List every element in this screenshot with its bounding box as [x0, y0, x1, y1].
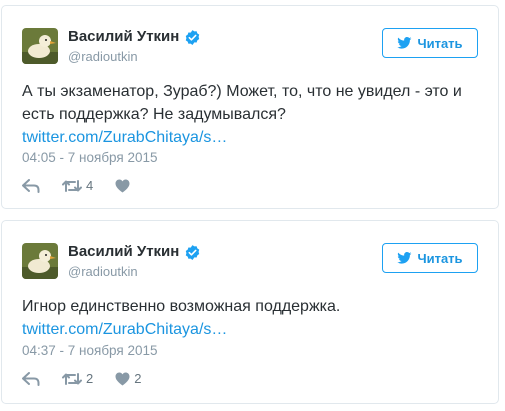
tweet-link[interactable]: twitter.com/ZurabChitaya/s… — [22, 318, 482, 341]
avatar[interactable] — [22, 243, 58, 279]
action-bar: 4 — [22, 178, 156, 193]
tweet-card: Василий Уткин @radioutkin Читать Игнор е… — [1, 220, 499, 404]
author-handle[interactable]: @radioutkin — [68, 48, 201, 65]
tweet-link[interactable]: twitter.com/ZurabChitaya/s… — [22, 126, 482, 149]
follow-label: Читать — [417, 250, 463, 266]
author-handle[interactable]: @radioutkin — [68, 263, 201, 280]
like-count: 2 — [134, 371, 142, 386]
retweet-icon — [62, 372, 82, 385]
retweet-icon — [62, 179, 82, 192]
reply-button[interactable] — [22, 371, 40, 386]
retweet-count: 4 — [86, 178, 94, 193]
timestamp[interactable]: 04:37 - 7 ноября 2015 — [22, 343, 158, 358]
author-block: Василий Уткин @radioutkin — [68, 28, 201, 65]
author-block: Василий Уткин @radioutkin — [68, 243, 201, 280]
reply-button[interactable] — [22, 178, 40, 193]
author-name[interactable]: Василий Уткин — [68, 28, 179, 46]
verified-badge-icon — [186, 244, 200, 260]
retweet-button[interactable]: 2 — [62, 371, 93, 386]
tweet-card: Василий Уткин @radioutkin Читать А ты эк… — [1, 5, 499, 209]
follow-label: Читать — [417, 35, 463, 51]
twitter-bird-icon — [397, 252, 412, 264]
tweet-text-block: Игнор единственно возможная поддержка. t… — [22, 295, 482, 341]
reply-icon — [22, 178, 40, 193]
author-name[interactable]: Василий Уткин — [68, 243, 179, 261]
follow-button[interactable]: Читать — [382, 243, 478, 273]
tweet-text-block: А ты экзаменатор, Зураб?) Может, то, что… — [22, 80, 482, 149]
retweet-button[interactable]: 4 — [62, 178, 93, 193]
heart-icon — [115, 372, 130, 386]
follow-button[interactable]: Читать — [382, 28, 478, 58]
twitter-bird-icon — [397, 37, 412, 49]
duck-avatar-icon — [22, 28, 58, 64]
like-button[interactable] — [115, 179, 134, 193]
verified-badge-icon — [186, 29, 200, 45]
like-button[interactable]: 2 — [115, 371, 141, 386]
tweet-text: А ты экзаменатор, Зураб?) Может, то, что… — [22, 83, 462, 123]
timestamp[interactable]: 04:05 - 7 ноября 2015 — [22, 150, 158, 165]
reply-icon — [22, 371, 40, 386]
tweet-text: Игнор единственно возможная поддержка. — [22, 298, 341, 315]
heart-icon — [115, 179, 130, 193]
avatar[interactable] — [22, 28, 58, 64]
action-bar: 2 2 — [22, 371, 163, 386]
retweet-count: 2 — [86, 371, 94, 386]
duck-avatar-icon — [22, 243, 58, 279]
